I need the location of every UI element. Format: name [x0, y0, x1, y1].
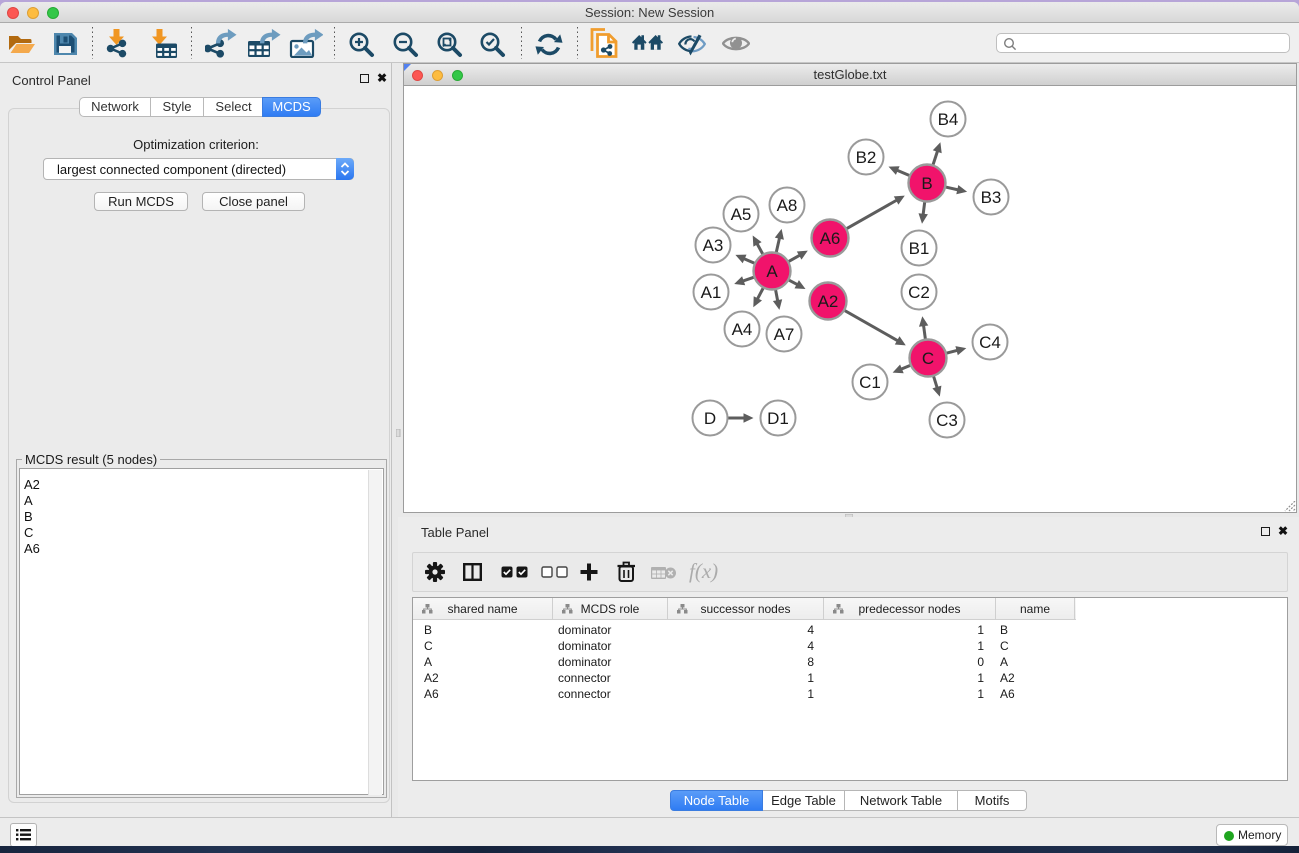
svg-text:B3: B3	[981, 188, 1002, 207]
svg-text:B4: B4	[938, 110, 959, 129]
svg-text:C: C	[922, 349, 934, 368]
svg-text:A: A	[766, 262, 778, 281]
svg-text:C1: C1	[859, 373, 881, 392]
svg-text:A3: A3	[703, 236, 724, 255]
svg-text:B1: B1	[909, 239, 930, 258]
svg-text:C2: C2	[908, 283, 930, 302]
svg-text:A6: A6	[820, 229, 841, 248]
svg-text:A1: A1	[701, 283, 722, 302]
svg-text:B2: B2	[856, 148, 877, 167]
svg-text:A7: A7	[774, 325, 795, 344]
svg-text:B: B	[921, 174, 932, 193]
svg-text:C3: C3	[936, 411, 958, 430]
svg-text:A2: A2	[818, 292, 839, 311]
svg-text:C4: C4	[979, 333, 1001, 352]
svg-text:A8: A8	[777, 196, 798, 215]
svg-text:A4: A4	[732, 320, 753, 339]
svg-text:D: D	[704, 409, 716, 428]
svg-text:A5: A5	[731, 205, 752, 224]
svg-text:D1: D1	[767, 409, 789, 428]
